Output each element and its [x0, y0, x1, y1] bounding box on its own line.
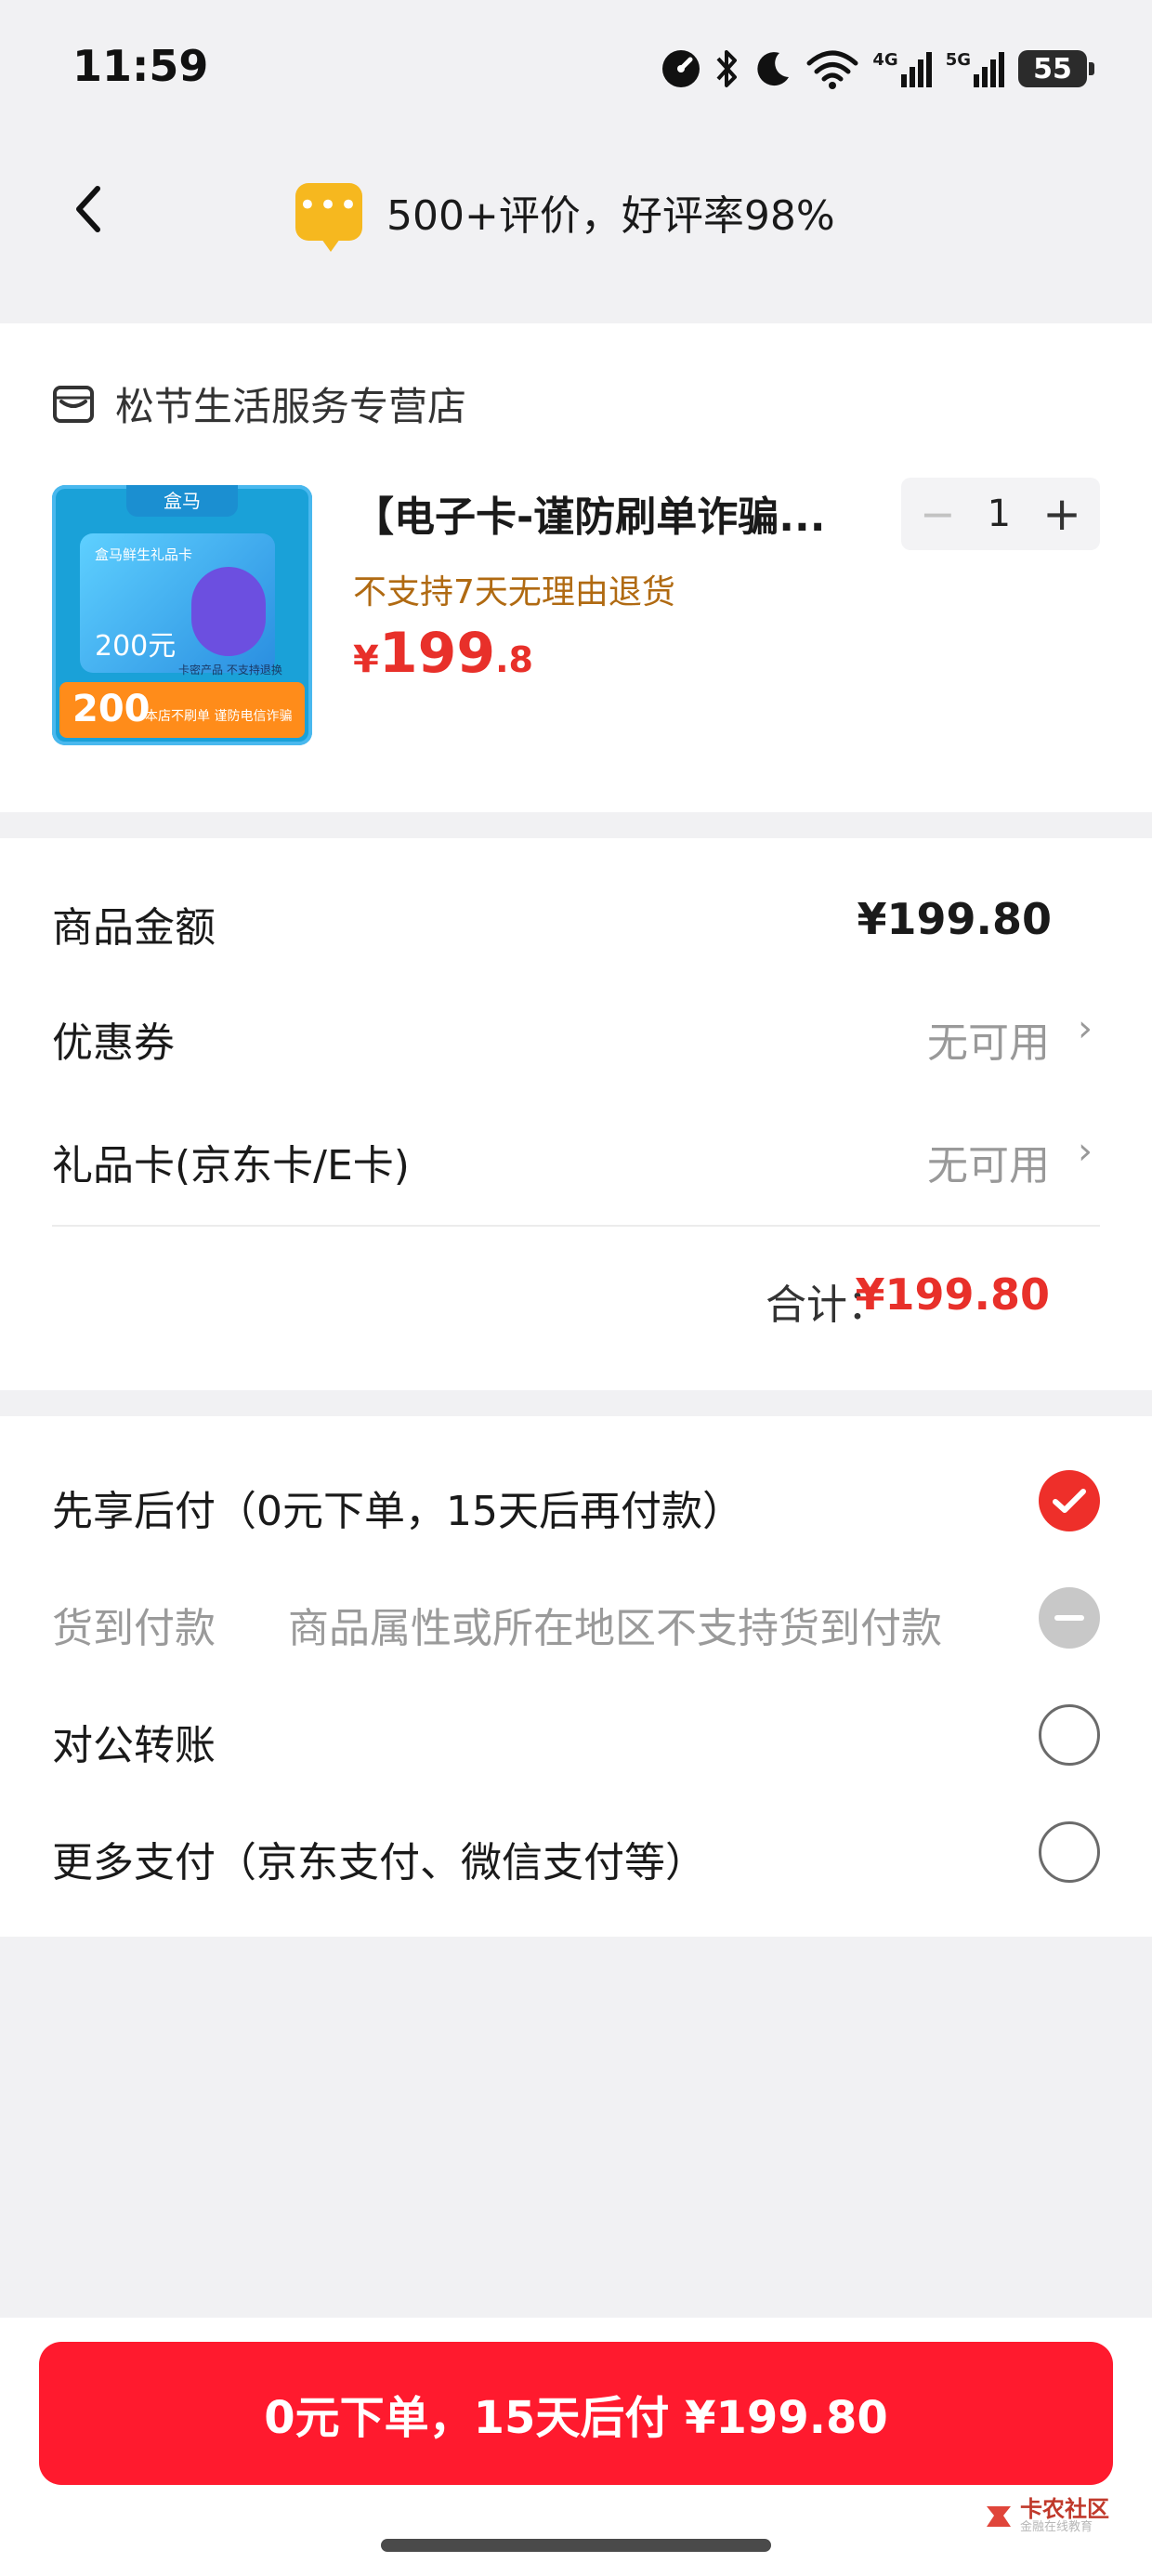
network-4g-label: 4G: [872, 50, 898, 70]
chat-bubble-icon: •••: [295, 183, 362, 252]
coupon-value[interactable]: 无可用: [927, 1009, 1050, 1069]
submit-order-button[interactable]: 0元下单，15天后付 ¥199.80: [39, 2342, 1113, 2485]
moon-icon: [757, 52, 790, 86]
home-indicator[interactable]: [381, 2539, 771, 2552]
coupon-label[interactable]: 优惠券: [52, 1009, 175, 1069]
giftcard-value[interactable]: 无可用: [927, 1132, 1050, 1191]
signal-5g: 5G: [946, 50, 1005, 87]
wifi-icon: [806, 50, 858, 89]
chevron-left-icon: [76, 186, 100, 232]
giftcard-label[interactable]: 礼品卡(京东卡/E卡): [52, 1132, 410, 1191]
reviews-summary[interactable]: ••• 500+评价，好评率98%: [295, 175, 835, 252]
increase-quantity-button[interactable]: +: [1042, 487, 1081, 541]
return-policy-note: 不支持7天无理由退货: [353, 573, 675, 611]
decrease-quantity-button[interactable]: −: [920, 489, 956, 539]
thumb-band: 卡密产品 不支持退换 200 本店不刷单 谨防电信诈骗: [59, 664, 305, 738]
back-button[interactable]: [56, 167, 121, 251]
store-icon: [53, 385, 94, 423]
payment-option-more-radio[interactable]: [1039, 1821, 1100, 1883]
payment-option-transfer-label[interactable]: 对公转账: [52, 1712, 216, 1771]
payment-option-cod-radio: [1039, 1587, 1100, 1649]
thumb-band-top-text: 卡密产品 不支持退换: [178, 664, 282, 677]
signal-bars-icon: [900, 52, 932, 87]
status-bar: 11:59 4G 5G 55: [0, 0, 1152, 139]
checkmark-icon: [1053, 1489, 1086, 1513]
store-name: 松节生活服务专营店: [115, 384, 467, 429]
thumb-brand: 盒马: [126, 485, 238, 517]
thumb-card-title: 盒马鲜生礼品卡: [95, 546, 193, 563]
chevron-right-icon[interactable]: ›: [1078, 1007, 1093, 1050]
mascot-illustration: [191, 567, 266, 656]
signal-bars-icon: [974, 52, 1004, 87]
reviews-text: 500+评价，好评率98%: [386, 192, 835, 240]
status-time: 11:59: [72, 41, 209, 91]
payment-option-bnpl-label[interactable]: 先享后付（0元下单，15天后再付款）: [52, 1478, 743, 1537]
watermark: 卡农社区 金融在线教育: [983, 2498, 1109, 2535]
thumb-gift-card: 盒马鲜生礼品卡 200元: [80, 533, 275, 673]
bluetooth-icon: [716, 50, 738, 87]
thumb-band-text: 本店不刷单 谨防电信诈骗: [145, 709, 293, 724]
price-integer: 199: [378, 621, 496, 686]
status-icons: 4G 5G 55: [661, 41, 1094, 97]
quantity-stepper: − 1 +: [901, 478, 1100, 550]
watermark-subtitle: 金融在线教育: [1020, 2520, 1093, 2534]
signal-4g: 4G: [872, 50, 932, 87]
chevron-right-icon[interactable]: ›: [1078, 1130, 1093, 1173]
payment-option-transfer-radio[interactable]: [1039, 1704, 1100, 1766]
thumb-card-value: 200元: [95, 630, 177, 663]
payment-option-cod-label: 货到付款: [52, 1605, 216, 1652]
data-saver-icon: [662, 50, 700, 87]
product-title[interactable]: 【电子卡-谨防刷单诈骗...: [353, 483, 873, 543]
price-currency: ¥: [353, 638, 379, 681]
product-thumbnail[interactable]: 盒马 盒马鲜生礼品卡 200元 卡密产品 不支持退换 200 本店不刷单 谨防电…: [52, 485, 312, 745]
total-value: ¥199.80: [855, 1269, 1050, 1320]
network-5g-label: 5G: [945, 50, 971, 70]
payment-option-bnpl-radio[interactable]: [1039, 1470, 1100, 1531]
store-row[interactable]: 松节生活服务专营店: [52, 375, 466, 432]
payment-option-more-label[interactable]: 更多支付（京东支付、微信支付等）: [52, 1829, 706, 1888]
thumb-band-number: 200: [72, 688, 151, 730]
quantity-value[interactable]: 1: [988, 493, 1011, 535]
payment-option-cod-note: 商品属性或所在地区不支持货到付款: [288, 1605, 942, 1652]
minus-icon: [1054, 1615, 1084, 1621]
summary-divider: [52, 1225, 1100, 1227]
watermark-logo-icon: [987, 2505, 1011, 2527]
battery-level: 55: [1033, 52, 1072, 85]
watermark-title: 卡农社区: [1020, 2496, 1109, 2522]
goods-amount-value: ¥199.80: [857, 894, 1052, 944]
price-decimal: .8: [495, 639, 533, 680]
battery-icon: 55: [1018, 50, 1094, 87]
goods-amount-label: 商品金额: [52, 904, 216, 952]
product-price: ¥ 199 .8: [353, 621, 533, 686]
